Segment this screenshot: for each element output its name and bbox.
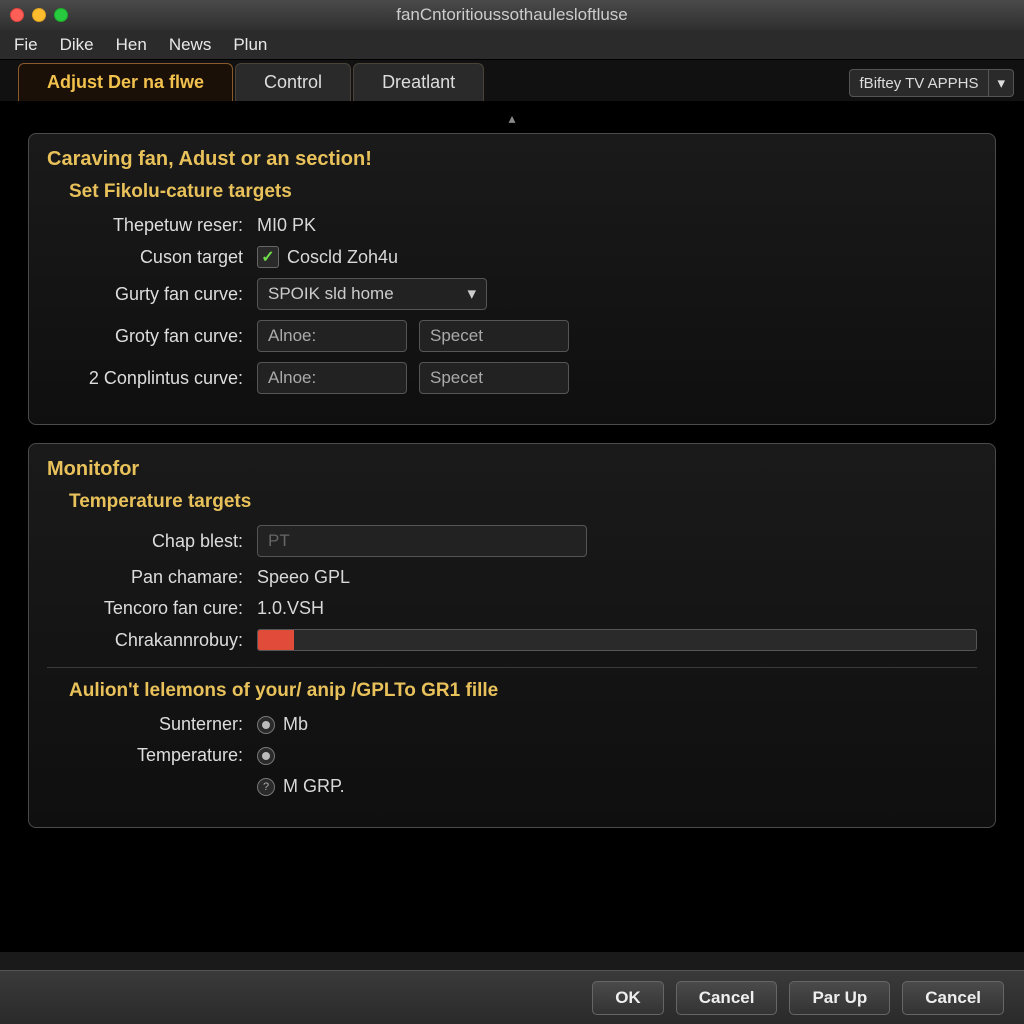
tencoro-value: 1.0.VSH [257,598,324,619]
conplintus-input-2[interactable]: Specet [419,362,569,394]
temperature-radio[interactable] [257,747,275,765]
thepetuw-label: Thepetuw reser: [47,215,257,236]
menu-plun[interactable]: Plun [233,35,267,55]
row-gurty: Gurty fan curve: SPOIK sld home ▾ [47,278,977,310]
row-conplintus: 2 Conplintus curve: Alnoe: Specet [47,362,977,394]
menu-hen[interactable]: Hen [116,35,147,55]
cuson-checkbox[interactable]: ✓ [257,246,279,268]
row-chrak: Chrakannrobuy: [47,629,977,651]
menubar: Fie Dike Hen News Plun [0,30,1024,60]
cuson-label: Cuson target [47,247,257,268]
aulion-title: Aulion't lelemons of your/ anip /GPLTo G… [69,680,977,702]
chap-label: Chap blest: [47,531,257,552]
row-cuson: Cuson target ✓ Coscld Zoh4u [47,246,977,268]
sunterner-radio[interactable] [257,716,275,734]
conplintus-label: 2 Conplintus curve: [47,368,257,389]
menu-news[interactable]: News [169,35,212,55]
chevron-down-icon: ▾ [988,70,1013,96]
tabbar: Adjust Der na flwe Control Dreatlant fBi… [0,60,1024,102]
window-title: fanCntoritioussothaulesloftluse [0,5,1024,25]
content-area: ▴ Caraving fan, Adust or an section! Set… [0,102,1024,952]
tab-dreatlant[interactable]: Dreatlant [353,63,484,101]
panel-monitofor: Monitofor Temperature targets Chap blest… [28,443,996,828]
row-groty: Groty fan curve: Alnoe: Specet [47,320,977,352]
row-thepetuw: Thepetuw reser: MI0 PK [47,215,977,236]
separator [47,667,977,668]
footer: OK Cancel Par Up Cancel [0,970,1024,1024]
groty-input-2[interactable]: Specet [419,320,569,352]
gurty-label: Gurty fan curve: [47,284,257,305]
chrak-progress[interactable] [257,629,977,651]
menu-file[interactable]: Fie [14,35,38,55]
gurty-select-value: SPOIK sld home [268,284,394,304]
panel-caraving-subtitle: Set Fikolu-cature targets [69,181,977,203]
chevron-down-icon: ▾ [467,284,476,304]
panel-caraving-title: Caraving fan, Adust or an section! [47,148,977,171]
profile-selector[interactable]: fBiftey TV APPHS ▾ [849,69,1014,97]
parup-button[interactable]: Par Up [789,981,890,1015]
thepetuw-value: MI0 PK [257,215,316,236]
row-chap: Chap blest: PT [47,525,977,557]
cancel-button[interactable]: Cancel [676,981,778,1015]
sunterner-value: Mb [283,714,308,735]
row-mgrp: ? M GRP. [47,776,977,797]
mgrp-radio[interactable]: ? [257,778,275,796]
row-tencoro: Tencoro fan cure: 1.0.VSH [47,598,977,619]
groty-label: Groty fan curve: [47,326,257,347]
conplintus-input-1[interactable]: Alnoe: [257,362,407,394]
row-sunterner: Sunterner: Mb [47,714,977,735]
tencoro-label: Tencoro fan cure: [47,598,257,619]
row-pan: Pan chamare: Speeo GPL [47,567,977,588]
collapse-arrow-icon[interactable]: ▴ [28,108,996,133]
chap-input[interactable]: PT [257,525,587,557]
ok-button[interactable]: OK [592,981,664,1015]
panel-monitofor-title: Monitofor [47,458,977,481]
row-temperature: Temperature: [47,745,977,766]
profile-selector-label: fBiftey TV APPHS [850,71,989,96]
temperature-label: Temperature: [47,745,257,766]
chrak-label: Chrakannrobuy: [47,630,257,651]
panel-monitofor-subtitle: Temperature targets [69,491,977,513]
chrak-progress-fill [258,630,294,650]
cancel2-button[interactable]: Cancel [902,981,1004,1015]
groty-input-1[interactable]: Alnoe: [257,320,407,352]
titlebar: fanCntoritioussothaulesloftluse [0,0,1024,30]
mgrp-value: M GRP. [283,776,345,797]
pan-value: Speeo GPL [257,567,350,588]
gurty-select[interactable]: SPOIK sld home ▾ [257,278,487,310]
tab-control[interactable]: Control [235,63,351,101]
menu-dike[interactable]: Dike [60,35,94,55]
cuson-checkbox-label: Coscld Zoh4u [287,247,398,268]
tab-adjust[interactable]: Adjust Der na flwe [18,63,233,101]
panel-caraving: Caraving fan, Adust or an section! Set F… [28,133,996,425]
sunterner-label: Sunterner: [47,714,257,735]
pan-label: Pan chamare: [47,567,257,588]
